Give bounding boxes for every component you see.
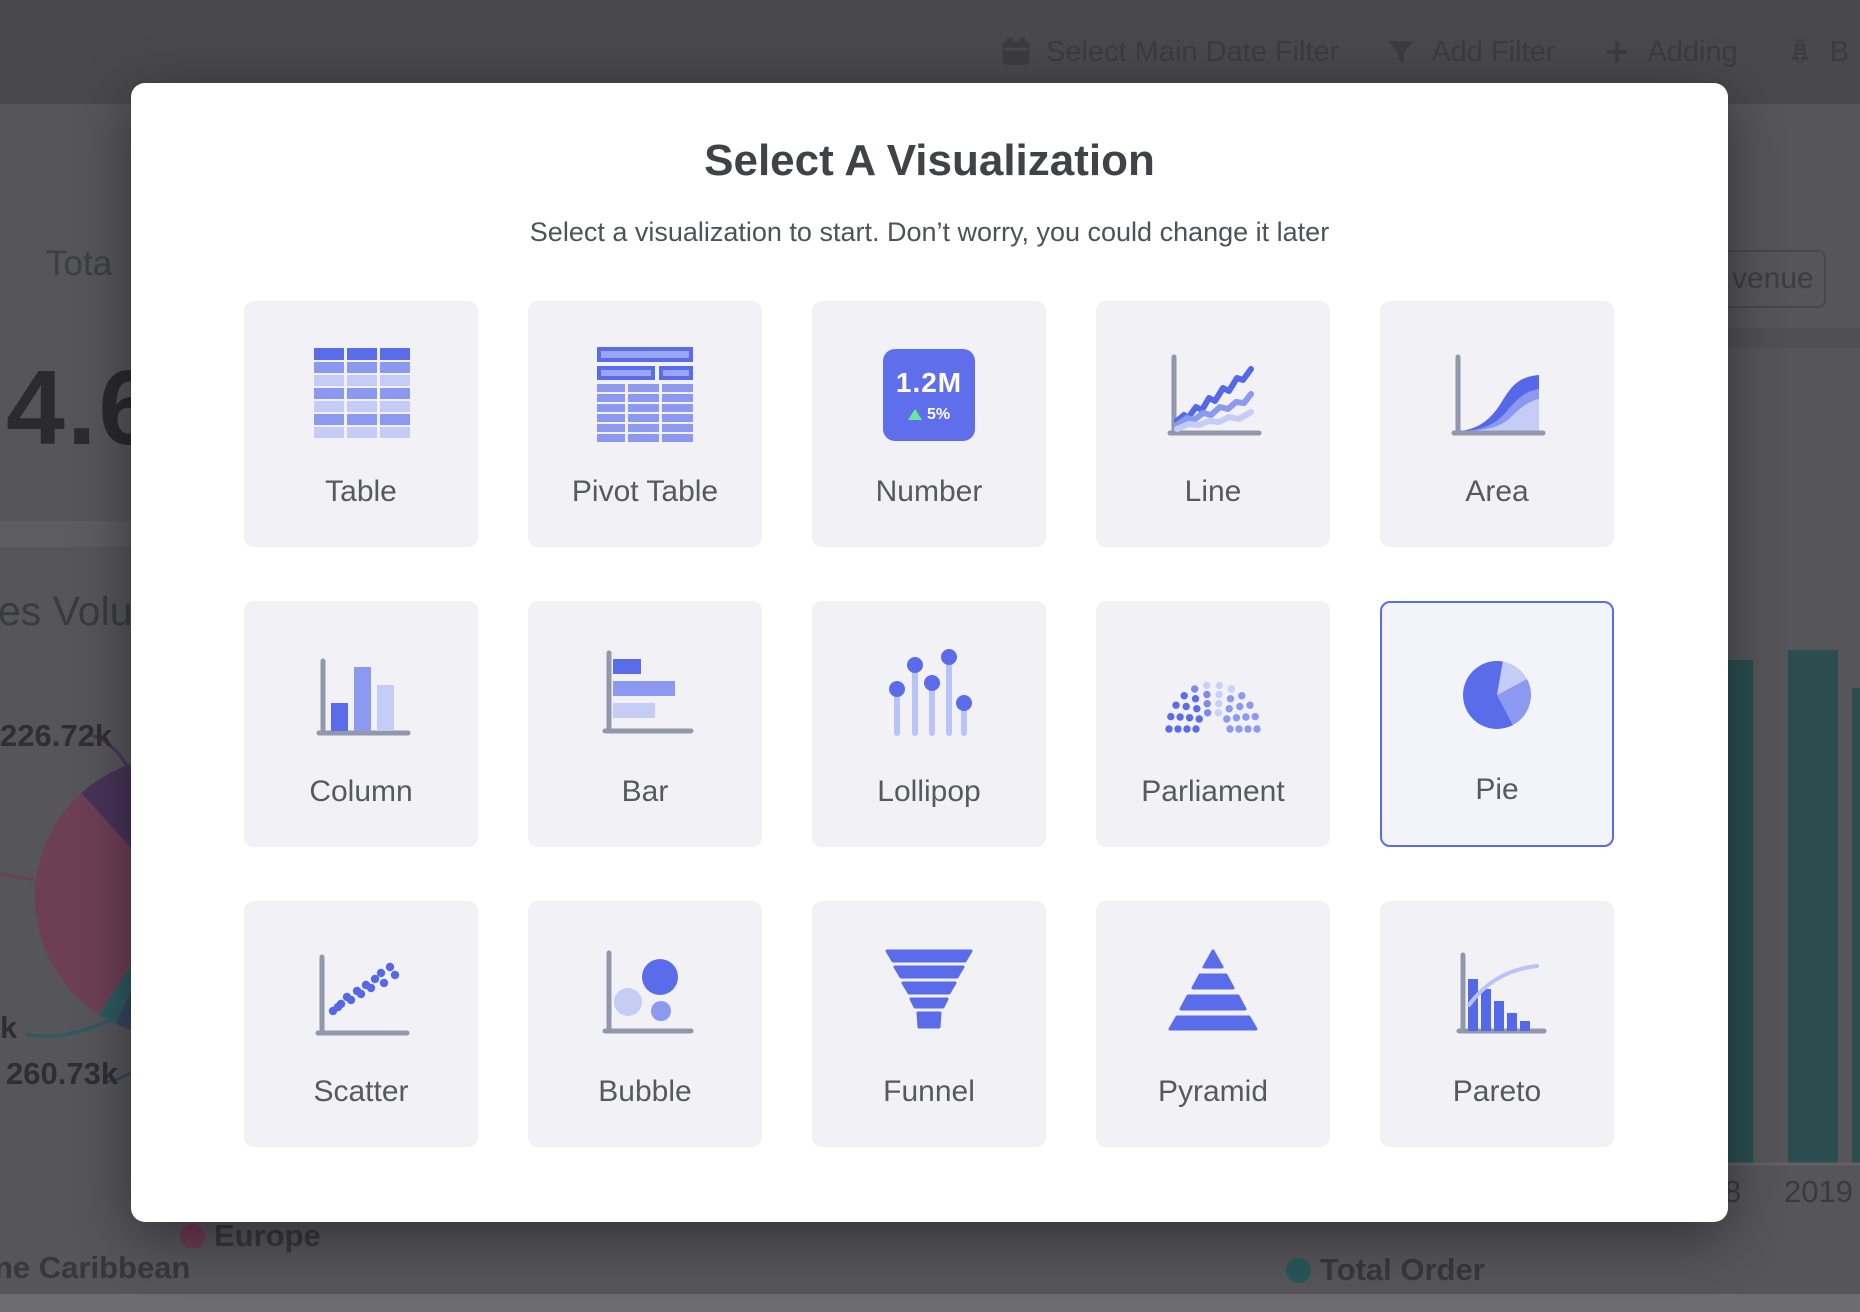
modal-subtitle: Select a visualization to start. Don’t w… <box>131 217 1728 248</box>
viz-option-funnel[interactable]: Funnel <box>812 901 1046 1147</box>
viz-option-label: Bubble <box>528 1075 762 1109</box>
viz-option-label: Pivot Table <box>528 475 762 509</box>
teal-bar <box>1788 650 1838 1163</box>
legend-dot-total-order <box>1286 1258 1311 1283</box>
screen: Select Main Date Filter Add Filter Addin… <box>0 0 1860 1312</box>
viz-option-label: Area <box>1380 475 1614 509</box>
viz-option-label: Column <box>244 775 478 809</box>
revenue-button-label: venue <box>1732 262 1814 296</box>
toolbar-date-filter[interactable]: Select Main Date Filter <box>1000 36 1339 69</box>
viz-option-bar[interactable]: Bar <box>528 601 762 847</box>
pareto-icon <box>1447 945 1547 1045</box>
lollipop-icon <box>879 645 979 745</box>
viz-option-parliament[interactable]: Parliament <box>1096 601 1330 847</box>
visualization-grid: Table Pivot Table 1.2M 5% Number Line Are… <box>244 301 1614 1147</box>
x-axis-label: 2019 <box>1784 1174 1853 1210</box>
viz-option-label: Bar <box>528 775 762 809</box>
viz-option-label: Line <box>1096 475 1330 509</box>
viz-option-pie[interactable]: Pie <box>1380 601 1614 847</box>
up-triangle-icon <box>908 409 922 420</box>
toolbar-adding[interactable]: Adding <box>1601 36 1737 69</box>
backdrop-section-title: es Volu <box>0 588 133 635</box>
legend-label-total-order: Total Order <box>1320 1252 1485 1288</box>
toolbar-boost[interactable]: B <box>1784 36 1849 69</box>
calendar-icon <box>1000 36 1032 68</box>
pivot-icon <box>595 345 695 445</box>
rocket-icon <box>1784 36 1816 68</box>
modal-title: Select A Visualization <box>131 136 1728 186</box>
viz-option-number[interactable]: 1.2M 5% Number <box>812 301 1046 547</box>
viz-option-scatter[interactable]: Scatter <box>244 901 478 1147</box>
viz-option-lollipop[interactable]: Lollipop <box>812 601 1046 847</box>
filter-icon <box>1385 36 1417 68</box>
area-icon <box>1447 345 1547 445</box>
column-icon <box>311 645 411 745</box>
bubble-icon <box>595 945 695 1045</box>
legend-dot-europe <box>180 1224 205 1249</box>
viz-option-label: Scatter <box>244 1075 478 1109</box>
number-icon: 1.2M 5% <box>879 345 979 445</box>
pie-data-label: 226.72k <box>0 718 112 754</box>
pie-data-label: k <box>0 1010 17 1046</box>
teal-bar <box>1852 688 1860 1163</box>
pyramid-icon <box>1163 945 1263 1045</box>
bottom-scroll-strip <box>0 1294 1860 1312</box>
viz-option-label: Parliament <box>1096 775 1330 809</box>
parliament-icon <box>1163 645 1263 745</box>
viz-option-label: Pie <box>1382 773 1612 807</box>
toolbar-label: Select Main Date Filter <box>1046 36 1339 69</box>
pie-data-label: 260.73k <box>6 1056 118 1092</box>
bar-icon <box>595 645 695 745</box>
funnel-icon <box>879 945 979 1045</box>
table-icon <box>311 345 411 445</box>
number-kpi-tile: 1.2M 5% <box>883 349 975 441</box>
viz-option-label: Pareto <box>1380 1075 1614 1109</box>
viz-option-label: Lollipop <box>812 775 1046 809</box>
viz-option-pyramid[interactable]: Pyramid <box>1096 901 1330 1147</box>
viz-option-label: Pyramid <box>1096 1075 1330 1109</box>
viz-option-pivot[interactable]: Pivot Table <box>528 301 762 547</box>
viz-option-area[interactable]: Area <box>1380 301 1614 547</box>
line-icon <box>1163 345 1263 445</box>
legend-label-caribbean: ne Caribbean <box>0 1250 190 1286</box>
viz-option-label: Number <box>812 475 1046 509</box>
legend-label-europe: Europe <box>214 1218 321 1254</box>
toolbar-label: B <box>1830 36 1849 69</box>
viz-option-label: Table <box>244 475 478 509</box>
scatter-icon <box>311 945 411 1045</box>
toolbar-label: Adding <box>1647 36 1737 69</box>
select-visualization-modal: Select A Visualization Select a visualiz… <box>131 83 1728 1222</box>
toolbar-add-filter[interactable]: Add Filter <box>1385 36 1555 69</box>
backdrop-kpi-title: Tota <box>46 244 112 284</box>
viz-option-column[interactable]: Column <box>244 601 478 847</box>
viz-option-table[interactable]: Table <box>244 301 478 547</box>
toolbar-label: Add Filter <box>1431 36 1555 69</box>
viz-option-pareto[interactable]: Pareto <box>1380 901 1614 1147</box>
plus-icon <box>1601 36 1633 68</box>
viz-option-line[interactable]: Line <box>1096 301 1330 547</box>
viz-option-bubble[interactable]: Bubble <box>528 901 762 1147</box>
viz-option-label: Funnel <box>812 1075 1046 1109</box>
pie-icon <box>1447 647 1547 747</box>
